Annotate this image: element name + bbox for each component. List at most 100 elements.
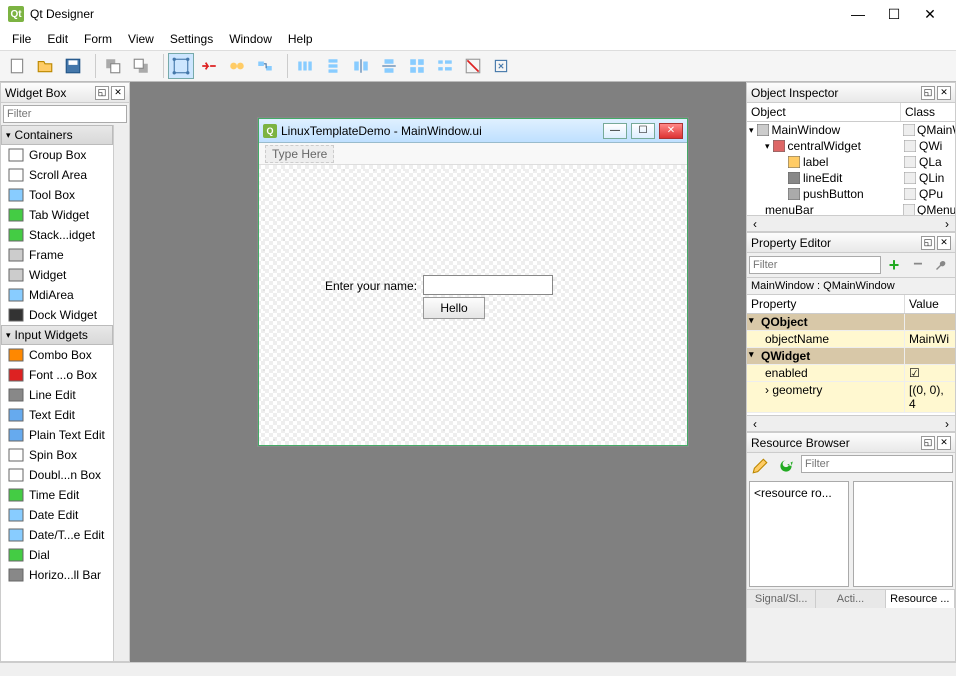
close-button[interactable]: ✕ — [912, 2, 948, 26]
resource-filter-input[interactable] — [801, 455, 953, 473]
object-tree-row[interactable]: menuBarQMenuB — [747, 202, 955, 215]
property-row[interactable]: QWidget — [747, 348, 955, 365]
minimize-button[interactable]: — — [840, 2, 876, 26]
tab-resource[interactable]: Resource ... — [886, 590, 955, 608]
menu-help[interactable]: Help — [280, 30, 321, 48]
widget-item[interactable]: Doubl...n Box — [1, 465, 113, 485]
edit-buddies-button[interactable] — [224, 53, 250, 79]
widget-item[interactable]: Plain Text Edit — [1, 425, 113, 445]
break-layout-button[interactable] — [460, 53, 486, 79]
property-row[interactable]: objectNameMainWi — [747, 331, 955, 348]
widget-item[interactable]: Horizo...ll Bar — [1, 565, 113, 585]
widget-item[interactable]: Tab Widget — [1, 205, 113, 225]
property-editor-float-button[interactable]: ◱ — [921, 236, 935, 250]
object-tree-row[interactable]: ▾centralWidgetQWi — [747, 138, 955, 154]
design-menu-placeholder[interactable]: Type Here — [265, 145, 334, 163]
widget-item[interactable]: Date Edit — [1, 505, 113, 525]
layout-horizontal-splitter-button[interactable] — [348, 53, 374, 79]
object-column-header[interactable]: Object — [747, 103, 901, 121]
open-button[interactable] — [32, 53, 58, 79]
widget-item[interactable]: MdiArea — [1, 285, 113, 305]
design-line-edit[interactable] — [423, 275, 553, 295]
tab-action[interactable]: Acti... — [816, 590, 885, 608]
resource-tree-pane[interactable]: <resource ro... — [749, 481, 849, 587]
menu-view[interactable]: View — [120, 30, 162, 48]
object-inspector-scrollbar[interactable]: ‹› — [747, 215, 955, 231]
widget-item[interactable]: Tool Box — [1, 185, 113, 205]
resource-browser-float-button[interactable]: ◱ — [921, 436, 935, 450]
design-minimize-button[interactable]: — — [603, 123, 627, 139]
menu-window[interactable]: Window — [221, 30, 280, 48]
design-maximize-button[interactable]: ☐ — [631, 123, 655, 139]
design-label[interactable]: Enter your name: — [325, 279, 417, 293]
widget-box-scrollbar[interactable] — [113, 125, 129, 661]
property-config-button[interactable] — [931, 255, 953, 275]
widget-box-filter-input[interactable] — [3, 105, 127, 123]
property-editor-close-button[interactable]: ✕ — [937, 236, 951, 250]
widget-item[interactable]: Stack...idget — [1, 225, 113, 245]
property-editor-scrollbar[interactable]: ‹› — [747, 415, 955, 431]
bring-front-button[interactable] — [128, 53, 154, 79]
widget-item[interactable]: Time Edit — [1, 485, 113, 505]
menu-file[interactable]: File — [4, 30, 39, 48]
widget-item[interactable]: Dock Widget — [1, 305, 113, 325]
property-row[interactable]: QObject — [747, 314, 955, 331]
widget-item[interactable]: Group Box — [1, 145, 113, 165]
widget-box-list[interactable]: ▾Containers Group BoxScroll AreaTool Box… — [1, 125, 113, 661]
design-form-canvas[interactable]: Enter your name: Hello — [259, 165, 687, 445]
property-add-button[interactable]: + — [883, 255, 905, 275]
widget-item[interactable]: Spin Box — [1, 445, 113, 465]
property-table[interactable]: Property Value QObjectobjectNameMainWiQW… — [747, 295, 955, 415]
widget-item[interactable]: Date/T...e Edit — [1, 525, 113, 545]
widget-item[interactable]: Scroll Area — [1, 165, 113, 185]
resource-preview-pane[interactable] — [853, 481, 953, 587]
save-button[interactable] — [60, 53, 86, 79]
send-back-button[interactable] — [100, 53, 126, 79]
edit-signals-button[interactable] — [196, 53, 222, 79]
property-remove-button[interactable]: − — [907, 255, 929, 275]
resource-reload-button[interactable] — [775, 455, 797, 477]
maximize-button[interactable]: ☐ — [876, 2, 912, 26]
property-row[interactable]: enabled☑ — [747, 365, 955, 382]
edit-widgets-button[interactable] — [168, 53, 194, 79]
design-close-button[interactable]: ✕ — [659, 123, 683, 139]
layout-vertical-button[interactable] — [320, 53, 346, 79]
property-filter-input[interactable] — [749, 256, 881, 274]
object-tree-row[interactable]: labelQLa — [747, 154, 955, 170]
layout-form-button[interactable] — [432, 53, 458, 79]
edit-tab-order-button[interactable] — [252, 53, 278, 79]
property-column-header[interactable]: Property — [747, 295, 905, 313]
menu-settings[interactable]: Settings — [162, 30, 221, 48]
widget-box-float-button[interactable]: ◱ — [95, 86, 109, 100]
widget-item[interactable]: Frame — [1, 245, 113, 265]
object-inspector-close-button[interactable]: ✕ — [937, 86, 951, 100]
design-menubar[interactable]: Type Here — [259, 143, 687, 165]
object-tree-row[interactable]: lineEditQLin — [747, 170, 955, 186]
class-column-header[interactable]: Class — [901, 103, 955, 121]
layout-vertical-splitter-button[interactable] — [376, 53, 402, 79]
layout-horizontal-button[interactable] — [292, 53, 318, 79]
property-row[interactable]: › geometry[(0, 0), 4 — [747, 382, 955, 413]
design-push-button[interactable]: Hello — [423, 297, 485, 319]
widget-item[interactable]: Font ...o Box — [1, 365, 113, 385]
resource-browser-close-button[interactable]: ✕ — [937, 436, 951, 450]
widget-group-input-widgets[interactable]: ▾Input Widgets — [1, 325, 113, 345]
widget-item[interactable]: Dial — [1, 545, 113, 565]
widget-item[interactable]: Line Edit — [1, 385, 113, 405]
object-tree-row[interactable]: ▾MainWindowQMainWin — [747, 122, 955, 138]
widget-item[interactable]: Combo Box — [1, 345, 113, 365]
menu-form[interactable]: Form — [76, 30, 120, 48]
object-inspector-float-button[interactable]: ◱ — [921, 86, 935, 100]
widget-box-close-button[interactable]: ✕ — [111, 86, 125, 100]
tab-signal-slot[interactable]: Signal/Sl... — [747, 590, 816, 608]
layout-grid-button[interactable] — [404, 53, 430, 79]
adjust-size-button[interactable] — [488, 53, 514, 79]
value-column-header[interactable]: Value — [905, 295, 955, 313]
design-window-titlebar[interactable]: Q LinuxTemplateDemo - MainWindow.ui — ☐ … — [259, 119, 687, 143]
object-tree[interactable]: Object Class ▾MainWindowQMainWin▾central… — [747, 103, 955, 215]
widget-item[interactable]: Widget — [1, 265, 113, 285]
resource-edit-button[interactable] — [749, 455, 771, 477]
object-tree-row[interactable]: pushButtonQPu — [747, 186, 955, 202]
design-canvas-area[interactable]: Q LinuxTemplateDemo - MainWindow.ui — ☐ … — [130, 82, 746, 662]
menu-edit[interactable]: Edit — [39, 30, 76, 48]
